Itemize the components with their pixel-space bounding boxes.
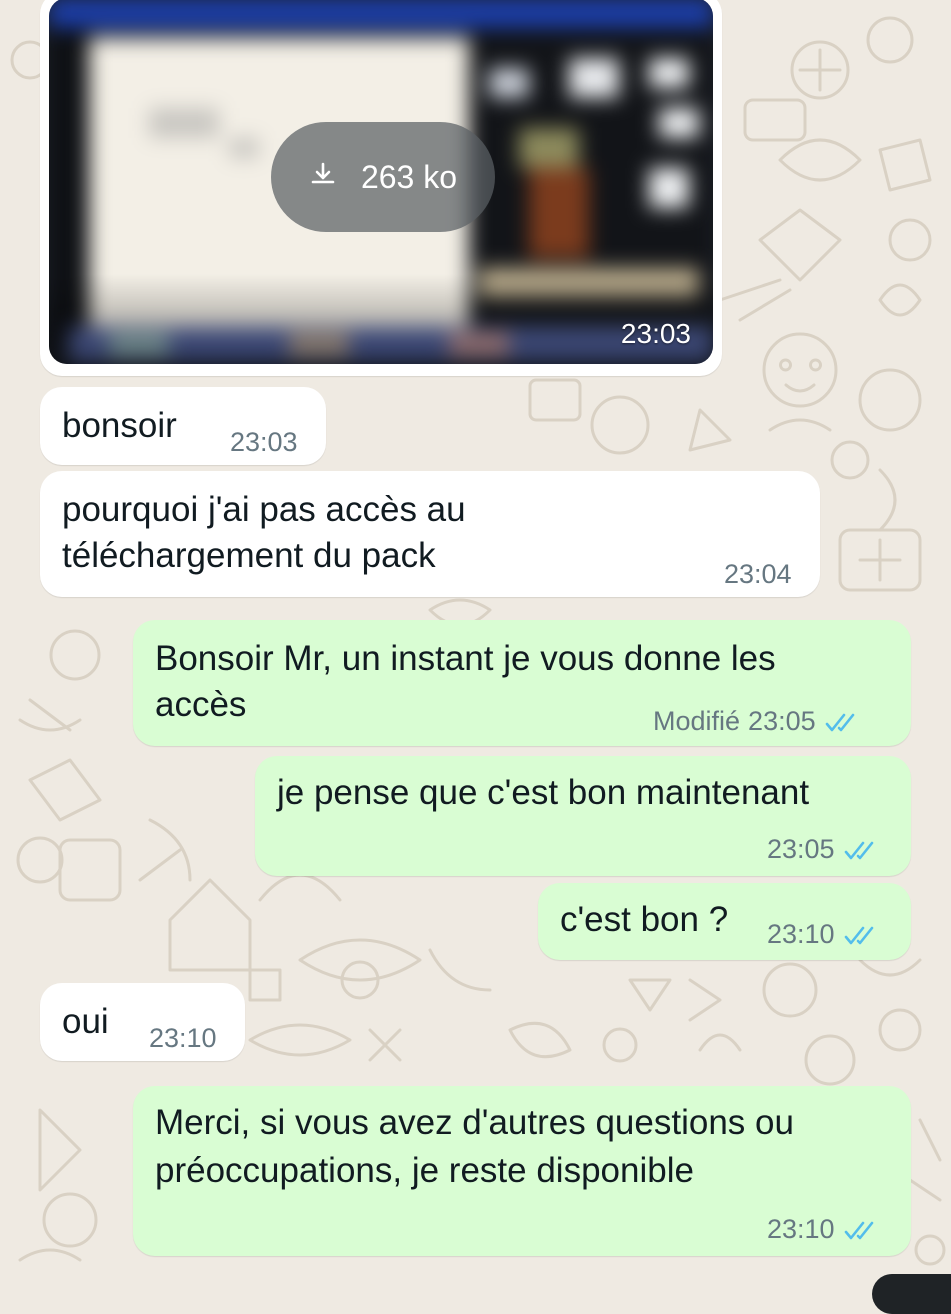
- download-button[interactable]: 263 ko: [271, 122, 495, 232]
- message-text-line: Merci, si vous avez d'autres questions o…: [155, 1103, 794, 1142]
- message-text: c'est bon ?: [560, 900, 729, 939]
- download-icon: [309, 159, 337, 196]
- message-text-line: accès: [155, 685, 247, 724]
- message-time: 23:10: [149, 1023, 217, 1053]
- message-time: 23:04: [724, 559, 792, 589]
- incoming-message[interactable]: bonsoir 23:03: [40, 387, 326, 465]
- message-meta: Modifié 23:05: [653, 706, 860, 736]
- message-meta: 23:10: [767, 919, 879, 949]
- message-time: 23:03: [620, 318, 691, 349]
- read-receipt-icon: [824, 710, 860, 732]
- file-size-label: 263 ko: [360, 158, 458, 195]
- incoming-message[interactable]: oui 23:10: [40, 983, 245, 1061]
- outgoing-message[interactable]: je pense que c'est bon maintenant 23:05: [255, 756, 911, 876]
- scroll-down-button[interactable]: [872, 1274, 951, 1314]
- message-text: bonsoir: [62, 406, 177, 445]
- message-text: oui: [62, 1002, 109, 1041]
- message-text-line: pourquoi j'ai pas accès au: [62, 490, 466, 529]
- read-receipt-icon: [843, 923, 879, 945]
- outgoing-message[interactable]: Merci, si vous avez d'autres questions o…: [133, 1086, 911, 1256]
- image-preview[interactable]: 263 ko 23:03: [49, 0, 713, 364]
- message-text-line: préoccupations, je reste disponible: [155, 1151, 694, 1190]
- incoming-message[interactable]: pourquoi j'ai pas accès au téléchargemen…: [40, 471, 820, 597]
- message-time: 23:05: [748, 706, 816, 736]
- message-time: 23:03: [230, 427, 298, 457]
- read-receipt-icon: [843, 838, 879, 860]
- outgoing-message[interactable]: c'est bon ? 23:10: [538, 883, 911, 960]
- message-time: 23:05: [767, 834, 835, 864]
- image-bottom-shade: [49, 274, 713, 364]
- message-meta: 23:05: [767, 834, 879, 864]
- read-receipt-icon: [843, 1218, 879, 1240]
- message-time: 23:10: [767, 919, 835, 949]
- edited-label: Modifié: [653, 706, 741, 736]
- message-text-line: Bonsoir Mr, un instant je vous donne les: [155, 639, 776, 678]
- outgoing-message[interactable]: Bonsoir Mr, un instant je vous donne les…: [133, 620, 911, 746]
- message-text-line: téléchargement du pack: [62, 536, 436, 575]
- message-meta: 23:10: [767, 1214, 879, 1244]
- message-text: je pense que c'est bon maintenant: [277, 773, 810, 812]
- message-time: 23:10: [767, 1214, 835, 1244]
- image-message[interactable]: 263 ko 23:03: [40, 0, 722, 376]
